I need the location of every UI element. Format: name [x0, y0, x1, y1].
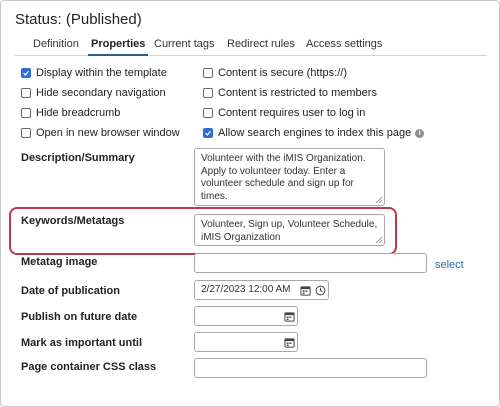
description-textarea[interactable]: Volunteer with the iMIS Organization. Ap…: [194, 148, 385, 206]
checkbox[interactable]: [203, 68, 213, 78]
keywords-value: Volunteer, Sign up, Volunteer Schedule, …: [201, 219, 378, 243]
css-class-input[interactable]: [194, 358, 427, 378]
calendar-icon[interactable]: [299, 284, 311, 296]
page-properties-panel: Status: (Published) Definition Propertie…: [0, 0, 500, 407]
checkbox-checked[interactable]: [21, 68, 31, 78]
keywords-textarea[interactable]: Volunteer, Sign up, Volunteer Schedule, …: [194, 214, 385, 246]
tab-current-tags[interactable]: Current tags: [154, 38, 215, 50]
checkbox[interactable]: [203, 88, 213, 98]
option-content-is-secure[interactable]: Content is secure (https://): [203, 67, 347, 79]
resize-grip-icon[interactable]: [376, 197, 382, 203]
checkmark-icon: [205, 130, 212, 136]
option-label: Hide breadcrumb: [36, 107, 121, 119]
tab-redirect-rules[interactable]: Redirect rules: [227, 38, 295, 50]
option-allow-search-engines[interactable]: Allow search engines to index this page …: [203, 127, 425, 139]
tab-definition[interactable]: Definition: [33, 38, 79, 50]
checkbox[interactable]: [21, 88, 31, 98]
option-label: Open in new browser window: [36, 127, 180, 139]
description-label: Description/Summary: [21, 152, 135, 164]
css-class-label: Page container CSS class: [21, 361, 157, 373]
checkbox-checked[interactable]: [203, 128, 213, 138]
keywords-label: Keywords/Metatags: [21, 215, 125, 227]
date-of-publication-value: 2/27/2023 12:00 AM: [201, 284, 291, 295]
checkbox[interactable]: [21, 108, 31, 118]
mark-important-label: Mark as important until: [21, 337, 143, 349]
checkmark-icon: [23, 70, 30, 76]
option-label: Content is secure (https://): [218, 67, 347, 79]
option-label: Content is restricted to members: [218, 87, 377, 99]
checkbox[interactable]: [21, 128, 31, 138]
metatag-image-label: Metatag image: [21, 256, 98, 268]
resize-grip-icon[interactable]: [376, 237, 382, 243]
description-value: Volunteer with the iMIS Organization. Ap…: [201, 153, 366, 202]
tab-access-settings[interactable]: Access settings: [306, 38, 382, 50]
clock-icon[interactable]: [314, 284, 326, 296]
metatag-image-input[interactable]: [194, 253, 427, 273]
tab-bar: Definition Properties Current tags Redir…: [15, 34, 487, 56]
calendar-icon[interactable]: [283, 336, 295, 348]
checkbox[interactable]: [203, 108, 213, 118]
option-display-within-template[interactable]: Display within the template: [21, 67, 167, 79]
publish-future-label: Publish on future date: [21, 311, 138, 323]
option-content-requires-login[interactable]: Content requires user to log in: [203, 107, 365, 119]
option-label: Allow search engines to index this page: [218, 127, 412, 139]
option-label: Content requires user to log in: [218, 107, 366, 119]
option-label: Display within the template: [36, 67, 167, 79]
select-image-link[interactable]: select: [435, 259, 464, 271]
page-title: Status: (Published): [15, 11, 142, 28]
option-hide-breadcrumb[interactable]: Hide breadcrumb: [21, 107, 120, 119]
option-content-restricted-members[interactable]: Content is restricted to members: [203, 87, 377, 99]
info-icon[interactable]: i: [415, 128, 425, 138]
tab-properties[interactable]: Properties: [87, 38, 149, 56]
option-hide-secondary-navigation[interactable]: Hide secondary navigation: [21, 87, 166, 99]
option-open-in-new-window[interactable]: Open in new browser window: [21, 127, 180, 139]
calendar-icon[interactable]: [283, 310, 295, 322]
date-of-publication-label: Date of publication: [21, 285, 120, 297]
option-label: Hide secondary navigation: [36, 87, 166, 99]
